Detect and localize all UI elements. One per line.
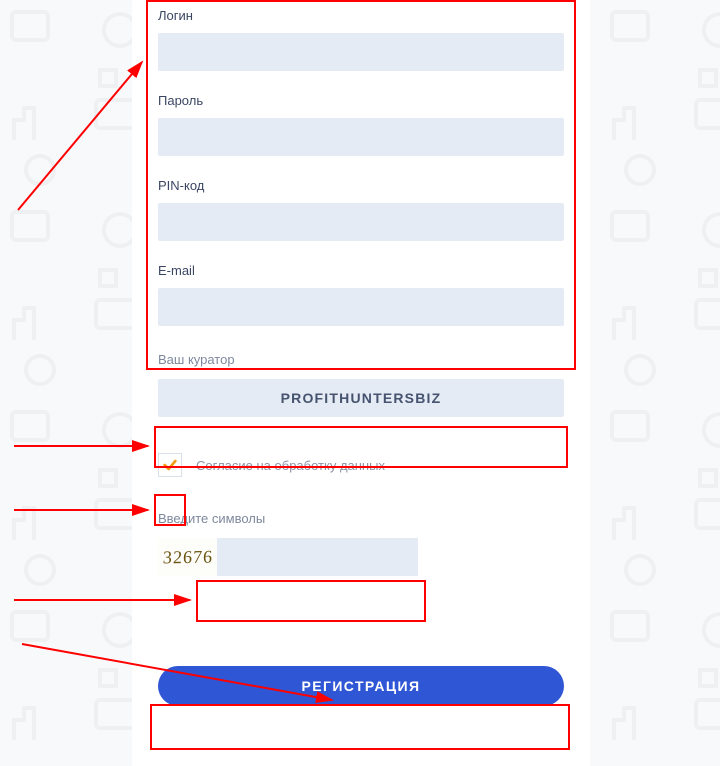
pin-input[interactable] (158, 203, 564, 241)
consent-checkbox[interactable] (158, 453, 182, 477)
login-field-wrap: Логин (158, 8, 564, 71)
password-label: Пароль (158, 93, 564, 108)
pin-field-wrap: PIN-код (158, 178, 564, 241)
check-icon (162, 457, 178, 473)
register-button[interactable]: РЕГИСТРАЦИЯ (158, 666, 564, 706)
registration-form-card: Логин Пароль PIN-код E-mail Ваш куратор … (132, 0, 590, 766)
password-field-wrap: Пароль (158, 93, 564, 156)
email-field-wrap: E-mail (158, 263, 564, 326)
fields-group: Логин Пароль PIN-код E-mail (132, 8, 590, 326)
captcha-image: 32676 (158, 538, 217, 576)
login-label: Логин (158, 8, 564, 23)
captcha-input[interactable] (217, 538, 418, 576)
captcha-label: Введите символы (158, 511, 590, 526)
curator-label: Ваш куратор (158, 352, 590, 367)
submit-wrap: РЕГИСТРАЦИЯ (158, 666, 564, 706)
curator-value: PROFITHUNTERSBIZ (158, 379, 564, 417)
email-input[interactable] (158, 288, 564, 326)
login-input[interactable] (158, 33, 564, 71)
email-label: E-mail (158, 263, 564, 278)
password-input[interactable] (158, 118, 564, 156)
captcha-code: 32676 (162, 546, 213, 568)
pin-label: PIN-код (158, 178, 564, 193)
captcha-row: 32676 (158, 538, 418, 576)
consent-label: Согласие на обработку данных (196, 458, 385, 473)
consent-row: Согласие на обработку данных (158, 453, 564, 477)
